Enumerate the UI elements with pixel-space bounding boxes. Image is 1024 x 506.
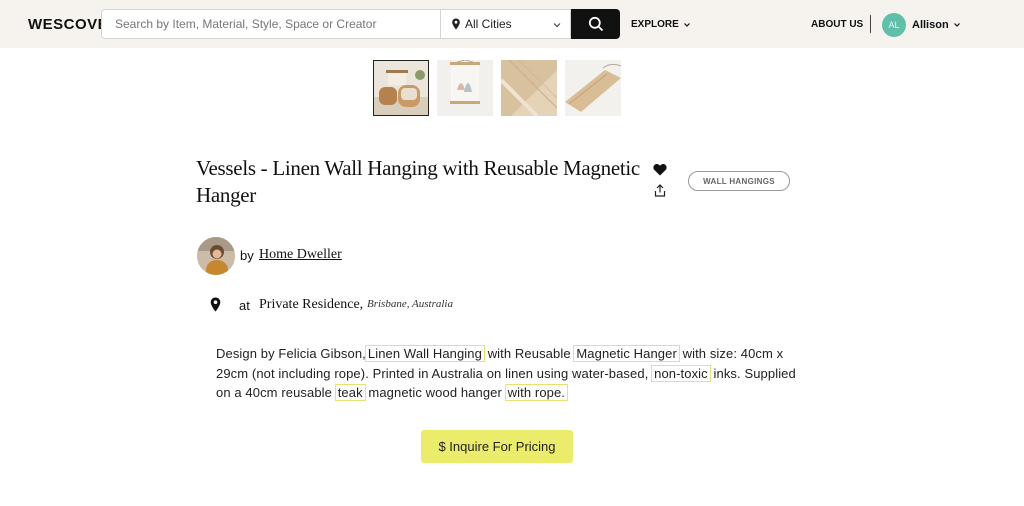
creator-link[interactable]: Home Dweller xyxy=(259,247,342,263)
location-pin-icon xyxy=(210,297,221,312)
user-menu[interactable]: Allison xyxy=(912,19,961,31)
location-city: Brisbane, Australia xyxy=(367,298,453,310)
top-nav: WESCOVER All Cities EXPLORE ABOUT US AL … xyxy=(0,0,1024,48)
keyword-highlight[interactable]: with rope. xyxy=(504,384,569,401)
search-button[interactable] xyxy=(571,9,620,39)
chevron-down-icon xyxy=(553,23,561,28)
product-thumbnail-3[interactable] xyxy=(501,60,557,116)
about-us-link[interactable]: ABOUT US xyxy=(811,19,863,30)
category-tag[interactable]: WALL HANGINGS xyxy=(688,171,790,191)
location-place: Private Residence, xyxy=(259,297,364,312)
user-name-label: Allison xyxy=(912,19,949,31)
description-text: with Reusable xyxy=(487,346,571,361)
wall-hanging-image xyxy=(437,60,493,116)
keyword-highlight[interactable]: non-toxic xyxy=(651,364,711,382)
product-thumbnail-4[interactable] xyxy=(565,60,621,116)
at-label: at xyxy=(239,298,250,313)
keyword-highlight[interactable]: Linen Wall Hanging xyxy=(364,345,485,362)
explore-label: EXPLORE xyxy=(631,19,679,30)
hanger-detail-image xyxy=(565,60,621,116)
search-input[interactable] xyxy=(102,10,440,38)
product-title: Vessels - Linen Wall Hanging with Reusab… xyxy=(196,156,640,207)
keyword-highlight[interactable]: Magnetic Hanger xyxy=(573,345,680,362)
product-thumbnail-2[interactable] xyxy=(437,60,493,116)
city-select-label: All Cities xyxy=(465,17,512,31)
chevron-down-icon xyxy=(683,22,690,27)
explore-menu[interactable]: EXPLORE xyxy=(631,19,691,30)
share-icon[interactable] xyxy=(654,184,666,197)
heart-icon[interactable] xyxy=(653,163,667,176)
search-field[interactable] xyxy=(101,9,440,39)
pin-icon xyxy=(452,18,460,30)
city-dropdown[interactable]: All Cities xyxy=(440,9,571,39)
creator-avatar[interactable] xyxy=(197,237,235,275)
search-icon xyxy=(588,16,603,32)
creator-photo xyxy=(197,237,235,275)
description-text: Design by Felicia Gibson, xyxy=(216,346,366,361)
keyword-highlight[interactable]: teak xyxy=(334,384,366,401)
nav-divider xyxy=(870,15,871,33)
avatar[interactable]: AL xyxy=(882,13,906,37)
chevron-down-icon xyxy=(953,23,960,27)
room-scene-image xyxy=(374,61,428,115)
inquire-pricing-button[interactable]: $ Inquire For Pricing xyxy=(421,430,573,463)
product-thumbnail-1[interactable] xyxy=(373,60,429,116)
by-label: by xyxy=(240,248,254,263)
product-description: Design by Felicia Gibson, Linen Wall Hang… xyxy=(216,344,806,403)
wood-detail-image xyxy=(501,60,557,116)
description-text: magnetic wood hanger xyxy=(368,385,502,400)
